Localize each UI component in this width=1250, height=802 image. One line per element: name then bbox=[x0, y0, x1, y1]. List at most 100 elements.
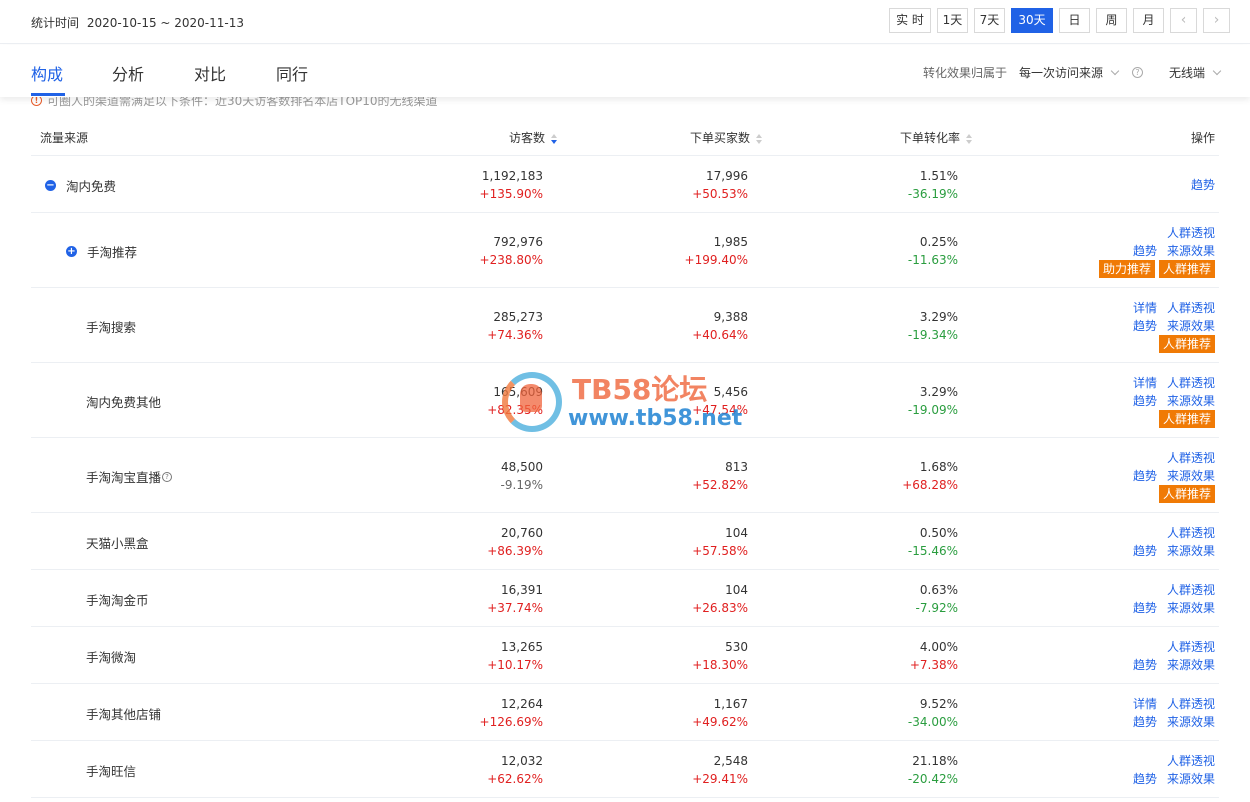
visitors-cell: 13,265 +10.17% bbox=[487, 638, 543, 674]
buyers-cell-value: 104 bbox=[725, 583, 748, 597]
table-row: − 淘内免费 1,192,183 +135.90% 17,996 +50.53% 1.51%… bbox=[31, 156, 1219, 213]
action-link[interactable]: 趋势 bbox=[1133, 770, 1157, 788]
col-visitors[interactable]: 访客数 bbox=[509, 129, 557, 146]
col-buyers[interactable]: 下单买家数 bbox=[690, 129, 762, 146]
rate-cell: 21.18% -20.42% bbox=[908, 752, 958, 788]
tab-peers[interactable]: 同行 bbox=[276, 61, 308, 85]
source-name: 手淘其他店铺 bbox=[86, 707, 162, 722]
action-link[interactable]: 详情 bbox=[1133, 374, 1157, 392]
range-button-realtime[interactable]: 实 时 bbox=[889, 8, 931, 33]
rate-cell-value: 3.29% bbox=[919, 310, 958, 324]
action-link[interactable]: 来源效果 bbox=[1167, 599, 1215, 617]
stats-period: 统计时间 2020-10-15 ~ 2020-11-13 bbox=[31, 14, 244, 31]
next-period-button[interactable]: › bbox=[1203, 8, 1230, 33]
range-button-week[interactable]: 周 bbox=[1096, 8, 1127, 33]
action-link[interactable]: 来源效果 bbox=[1167, 242, 1215, 260]
col-rate-label: 下单转化率 bbox=[899, 131, 960, 145]
recommend-badge-button[interactable]: 人群推荐 bbox=[1158, 485, 1215, 503]
source-name: 天猫小黑盒 bbox=[86, 536, 149, 551]
visitors-cell-change: +62.62% bbox=[487, 772, 543, 786]
attribution-select[interactable]: 每一次访问来源 bbox=[1019, 64, 1103, 81]
action-link[interactable]: 人群透视 bbox=[1167, 224, 1215, 242]
tab-composition[interactable]: 构成 bbox=[31, 61, 63, 85]
recommend-badge-button[interactable]: 人群推荐 bbox=[1158, 410, 1215, 428]
action-link[interactable]: 人群透视 bbox=[1167, 374, 1215, 392]
action-link[interactable]: 趋势 bbox=[1133, 392, 1157, 410]
collapse-icon[interactable]: − bbox=[45, 180, 56, 191]
rate-cell: 9.52% -34.00% bbox=[908, 695, 958, 731]
range-button-30d[interactable]: 30天 bbox=[1011, 8, 1053, 33]
buyers-cell-value: 813 bbox=[725, 460, 748, 474]
range-button-month[interactable]: 月 bbox=[1133, 8, 1164, 33]
rate-cell-change: -11.63% bbox=[907, 253, 958, 267]
action-link[interactable]: 人群透视 bbox=[1167, 299, 1215, 317]
visitors-cell: 20,760 +86.39% bbox=[487, 524, 543, 560]
range-button-7d[interactable]: 7天 bbox=[974, 8, 1005, 33]
action-link[interactable]: 人群透视 bbox=[1167, 524, 1215, 542]
action-link[interactable]: 人群透视 bbox=[1167, 695, 1215, 713]
table-row: 手淘淘宝直播? 48,500 -9.19% 813 +52.82% 1.68% +68.28… bbox=[31, 438, 1219, 513]
action-link[interactable]: 详情 bbox=[1133, 695, 1157, 713]
action-link[interactable]: 趋势 bbox=[1133, 542, 1157, 560]
expand-icon[interactable]: + bbox=[66, 246, 77, 257]
action-link[interactable]: 人群透视 bbox=[1167, 638, 1215, 656]
range-selector: 实 时 1天 7天 30天 日 周 月 ‹ › bbox=[883, 8, 1230, 33]
range-button-1d[interactable]: 1天 bbox=[937, 8, 968, 33]
col-conversion-rate[interactable]: 下单转化率 bbox=[900, 129, 972, 146]
rate-cell-change: -19.09% bbox=[907, 403, 958, 417]
visitors-cell: 16,391 +37.74% bbox=[487, 581, 543, 617]
tab-analysis[interactable]: 分析 bbox=[112, 61, 144, 85]
action-link[interactable]: 来源效果 bbox=[1167, 542, 1215, 560]
rate-cell-change: +7.38% bbox=[909, 658, 958, 672]
action-link[interactable]: 来源效果 bbox=[1167, 392, 1215, 410]
action-link[interactable]: 来源效果 bbox=[1167, 713, 1215, 731]
action-link[interactable]: 趋势 bbox=[1133, 467, 1157, 485]
action-link[interactable]: 趋势 bbox=[1133, 713, 1157, 731]
recommend-badge-button[interactable]: 人群推荐 bbox=[1158, 335, 1215, 353]
action-link[interactable]: 趋势 bbox=[1133, 599, 1157, 617]
action-link[interactable]: 人群透视 bbox=[1167, 449, 1215, 467]
buyers-cell: 813 +52.82% bbox=[692, 458, 748, 494]
rate-cell-value: 1.51% bbox=[919, 169, 958, 183]
action-link[interactable]: 来源效果 bbox=[1167, 467, 1215, 485]
range-button-day[interactable]: 日 bbox=[1059, 8, 1090, 33]
action-link[interactable]: 趋势 bbox=[1191, 176, 1215, 194]
buyers-cell-value: 530 bbox=[725, 640, 748, 654]
chevron-down-icon[interactable] bbox=[1212, 66, 1222, 76]
sort-icon[interactable] bbox=[551, 133, 557, 144]
row-actions: 详情 人群透视 趋势 来源效果 人群推荐 bbox=[1123, 299, 1215, 353]
rate-cell: 0.50% -15.46% bbox=[908, 524, 958, 560]
prev-period-button[interactable]: ‹ bbox=[1170, 8, 1197, 33]
visitors-cell-value: 165,609 bbox=[493, 385, 543, 399]
source-cell: − 淘内免费 bbox=[45, 176, 116, 195]
help-icon[interactable]: ? bbox=[1131, 67, 1143, 78]
action-link[interactable]: 趋势 bbox=[1133, 242, 1157, 260]
action-link[interactable]: 来源效果 bbox=[1167, 317, 1215, 335]
action-link[interactable]: 详情 bbox=[1133, 299, 1157, 317]
action-link[interactable]: 来源效果 bbox=[1167, 656, 1215, 674]
action-link[interactable]: 趋势 bbox=[1133, 656, 1157, 674]
visitors-cell-change: +135.90% bbox=[479, 187, 543, 201]
buyers-cell: 17,996 +50.53% bbox=[692, 167, 748, 203]
action-link[interactable]: 人群透视 bbox=[1167, 752, 1215, 770]
table-row: 淘内免费其他 165,609 +82.35% 5,456 +47.54% 3.29% -19… bbox=[31, 363, 1219, 438]
tab-compare[interactable]: 对比 bbox=[194, 61, 226, 85]
visitors-cell-change: +82.35% bbox=[487, 403, 543, 417]
rate-cell-change: -19.34% bbox=[907, 328, 958, 342]
question-icon[interactable]: ? bbox=[162, 471, 173, 482]
chevron-down-icon[interactable] bbox=[1110, 66, 1120, 76]
rate-cell: 3.29% -19.09% bbox=[908, 383, 958, 419]
device-select[interactable]: 无线端 bbox=[1169, 64, 1205, 81]
row-actions: 人群透视 趋势 来源效果 bbox=[1123, 638, 1215, 674]
recommend-badge-button[interactable]: 人群推荐 bbox=[1158, 260, 1215, 278]
sort-icon[interactable] bbox=[756, 133, 762, 144]
buyers-cell-change: +50.53% bbox=[692, 187, 748, 201]
sort-icon[interactable] bbox=[966, 133, 972, 144]
buyers-cell: 9,388 +40.64% bbox=[692, 308, 748, 344]
action-link[interactable]: 来源效果 bbox=[1167, 770, 1215, 788]
recommend-badge-button[interactable]: 助力推荐 bbox=[1098, 260, 1155, 278]
action-link[interactable]: 趋势 bbox=[1133, 317, 1157, 335]
source-name: 手淘淘金币 bbox=[86, 593, 149, 608]
action-link[interactable]: 人群透视 bbox=[1167, 581, 1215, 599]
row-actions: 详情 人群透视 趋势 来源效果 bbox=[1123, 695, 1215, 731]
